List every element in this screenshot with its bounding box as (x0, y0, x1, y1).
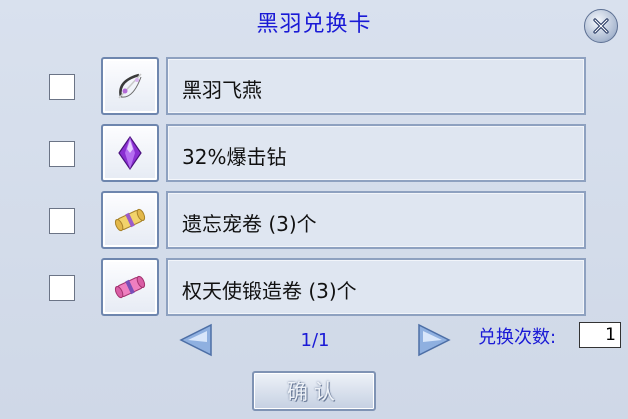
close-button[interactable] (584, 9, 618, 43)
item-slot[interactable] (101, 124, 159, 182)
item-checkbox[interactable] (49, 275, 75, 301)
item-name: 黑羽飞燕 (182, 78, 262, 102)
dialog-title: 黑羽兑换卡 (256, 12, 372, 37)
pink-scroll-icon (114, 275, 146, 299)
item-name: 遗忘宠卷 (3)个 (182, 212, 317, 236)
item-name-box: 黑羽飞燕 (166, 57, 586, 115)
exchange-card-dialog: 黑羽兑换卡 黑羽飞燕 32%爆击钻 遗忘宠卷 (3)个 权天使锻造卷 (3)个 … (0, 0, 628, 419)
item-row: 黑羽飞燕 (0, 57, 628, 115)
left-arrow-icon (179, 323, 212, 357)
page-indicator: 1/1 (300, 330, 330, 351)
item-checkbox[interactable] (49, 208, 75, 234)
item-name: 32%爆击钻 (182, 145, 287, 169)
item-row: 权天使锻造卷 (3)个 (0, 258, 628, 316)
bow-icon (118, 73, 142, 99)
yellow-scroll-icon (114, 208, 146, 232)
item-checkbox[interactable] (49, 74, 75, 100)
item-slot[interactable] (101, 258, 159, 316)
item-slot[interactable] (101, 191, 159, 249)
item-row: 32%爆击钻 (0, 124, 628, 182)
exchange-count-label: 兑换次数: (478, 327, 557, 348)
item-name-box: 权天使锻造卷 (3)个 (166, 258, 586, 316)
item-checkbox[interactable] (49, 141, 75, 167)
prev-page-button[interactable] (176, 322, 216, 358)
item-row: 遗忘宠卷 (3)个 (0, 191, 628, 249)
confirm-button[interactable]: 确认 (252, 371, 376, 411)
item-name-box: 32%爆击钻 (166, 124, 586, 182)
purple-diamond-icon (118, 135, 142, 171)
close-icon (593, 18, 609, 34)
exchange-count-input[interactable] (579, 322, 621, 348)
item-name: 权天使锻造卷 (3)个 (182, 279, 357, 303)
item-name-box: 遗忘宠卷 (3)个 (166, 191, 586, 249)
next-page-button[interactable] (414, 322, 454, 358)
right-arrow-icon (418, 323, 451, 357)
item-slot[interactable] (101, 57, 159, 115)
